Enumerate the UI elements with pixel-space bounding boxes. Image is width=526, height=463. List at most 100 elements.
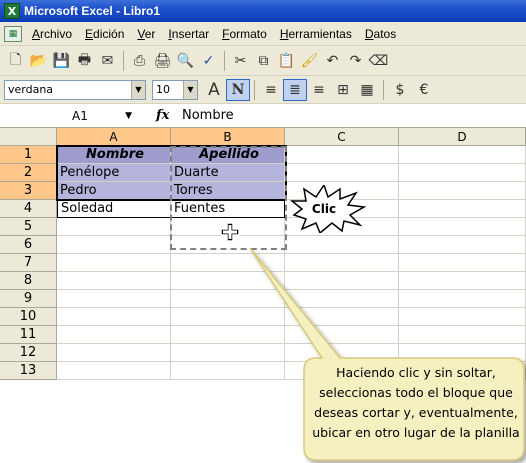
empty-cell[interactable]: [399, 164, 526, 182]
empty-cell[interactable]: [57, 236, 171, 254]
clic-label: Clic: [312, 202, 336, 216]
cell-a4[interactable]: Soledad: [57, 200, 171, 218]
print-preview-icon[interactable]: ⎙: [128, 50, 151, 72]
menu-datos[interactable]: Datos: [365, 27, 396, 41]
borders-icon[interactable]: ▦: [355, 79, 379, 101]
chevron-down-icon[interactable]: ▼: [183, 80, 197, 99]
cell-b4[interactable]: Fuentes: [171, 200, 285, 218]
new-icon[interactable]: 🗋: [4, 50, 27, 72]
row-header-4[interactable]: 4: [0, 200, 57, 218]
empty-cell[interactable]: [285, 164, 399, 182]
menu-archivo[interactable]: Archivo: [32, 27, 72, 41]
cell-a3[interactable]: Pedro: [57, 182, 171, 200]
undo-icon[interactable]: ↶: [321, 50, 344, 72]
menu-herramientas[interactable]: Herramientas: [280, 27, 352, 41]
row-header-3[interactable]: 3: [0, 182, 57, 200]
permissions-icon[interactable]: 🖶: [73, 50, 96, 72]
empty-cell[interactable]: [285, 146, 399, 164]
empty-cell[interactable]: [57, 254, 171, 272]
save-icon[interactable]: 💾: [50, 50, 73, 72]
column-header-c[interactable]: C: [285, 128, 399, 146]
copy-icon[interactable]: ⧉: [252, 50, 275, 72]
open-icon[interactable]: 📂: [27, 50, 50, 72]
empty-cell[interactable]: [399, 218, 526, 236]
format-painter-icon[interactable]: 🖌: [298, 50, 321, 72]
menu-insertar[interactable]: Insertar: [168, 27, 209, 41]
paste-icon[interactable]: 📋: [275, 50, 298, 72]
font-name-value: verdana: [8, 83, 54, 96]
column-header-a[interactable]: A: [57, 128, 171, 146]
toolbar-separator: [383, 79, 384, 100]
empty-cell[interactable]: [57, 218, 171, 236]
email-icon[interactable]: ✉: [96, 50, 119, 72]
empty-cell[interactable]: [57, 344, 171, 362]
redo-icon[interactable]: ↷: [344, 50, 367, 72]
menu-ver[interactable]: Ver: [137, 27, 155, 41]
grow-font-icon[interactable]: A: [202, 79, 226, 101]
formula-bar: A1 ▼ fx Nombre: [0, 104, 526, 128]
empty-cell[interactable]: [57, 290, 171, 308]
align-right-icon[interactable]: ≡: [307, 79, 331, 101]
row-header-12[interactable]: 12: [0, 344, 57, 362]
bold-icon[interactable]: N: [226, 78, 250, 101]
font-size-value: 10: [156, 83, 170, 96]
empty-cell[interactable]: [57, 362, 171, 380]
row-header-6[interactable]: 6: [0, 236, 57, 254]
row-header-2[interactable]: 2: [0, 164, 57, 182]
chevron-down-icon[interactable]: ▼: [125, 111, 132, 121]
row-header-8[interactable]: 8: [0, 272, 57, 290]
print-icon[interactable]: 🖨: [151, 50, 174, 72]
spreadsheet-grid: A B C D 1 2 3 4 5 6 7 8 9 10 11 12 13 No…: [0, 128, 526, 463]
select-all-corner[interactable]: [0, 128, 57, 146]
eraser-icon[interactable]: ⌫: [367, 50, 390, 72]
empty-cell[interactable]: [399, 200, 526, 218]
merge-icon[interactable]: ⊞: [331, 79, 355, 101]
column-header-d[interactable]: D: [399, 128, 526, 146]
cell-b1[interactable]: Apellido: [171, 146, 285, 164]
empty-cell[interactable]: [57, 326, 171, 344]
cell-b3[interactable]: Torres: [171, 182, 285, 200]
cell-a2[interactable]: Penélope: [57, 164, 171, 182]
standard-toolbar: 🗋 📂 💾 🖶 ✉ ⎙ 🖨 🔍 ✓ ✂ ⧉ 📋 🖌 ↶ ↷ ⌫: [0, 46, 526, 76]
excel-app-icon: X: [4, 3, 20, 19]
document-icon[interactable]: ▦: [4, 25, 22, 42]
font-size-select[interactable]: 10 ▼: [152, 79, 198, 100]
move-cursor-icon: [220, 222, 240, 242]
menu-formato[interactable]: Formato: [222, 27, 267, 41]
row-header-1[interactable]: 1: [0, 146, 57, 164]
chevron-down-icon[interactable]: ▼: [131, 80, 145, 99]
toolbar-separator: [224, 50, 225, 71]
window-title: Microsoft Excel - Libro1: [24, 4, 161, 18]
column-header-b[interactable]: B: [171, 128, 285, 146]
name-box-value: A1: [72, 108, 88, 123]
row-header-5[interactable]: 5: [0, 218, 57, 236]
title-bar: X Microsoft Excel - Libro1: [0, 0, 526, 22]
row-header-11[interactable]: 11: [0, 326, 57, 344]
tooltip-text: Haciendo clic y sin soltar, seleccionas …: [312, 365, 520, 440]
row-header-10[interactable]: 10: [0, 308, 57, 326]
currency-icon[interactable]: $: [388, 79, 412, 101]
font-name-select[interactable]: verdana ▼: [4, 79, 146, 100]
euro-icon[interactable]: €: [412, 79, 436, 101]
fx-icon[interactable]: fx: [156, 108, 182, 123]
cut-icon[interactable]: ✂: [229, 50, 252, 72]
align-center-icon[interactable]: ≣: [283, 78, 307, 101]
cell-b2[interactable]: Duarte: [171, 164, 285, 182]
menu-bar: ▦ Archivo Edición Ver Insertar Formato H…: [0, 22, 526, 46]
name-box[interactable]: A1 ▼: [0, 105, 156, 127]
empty-cell[interactable]: [57, 308, 171, 326]
align-left-icon[interactable]: ≡: [259, 79, 283, 101]
empty-cell[interactable]: [399, 146, 526, 164]
row-header-13[interactable]: 13: [0, 362, 57, 380]
cell-a1[interactable]: Nombre: [57, 146, 171, 164]
empty-cell[interactable]: [399, 182, 526, 200]
menu-edicion[interactable]: Edición: [85, 27, 124, 41]
formatting-toolbar: verdana ▼ 10 ▼ A N ≡ ≣ ≡ ⊞ ▦ $ €: [0, 76, 526, 104]
formula-input[interactable]: Nombre: [182, 108, 234, 123]
empty-cell[interactable]: [57, 272, 171, 290]
spelling-icon[interactable]: ✓: [197, 50, 220, 72]
toolbar-separator: [254, 79, 255, 100]
row-header-9[interactable]: 9: [0, 290, 57, 308]
search-icon[interactable]: 🔍: [174, 50, 197, 72]
row-header-7[interactable]: 7: [0, 254, 57, 272]
